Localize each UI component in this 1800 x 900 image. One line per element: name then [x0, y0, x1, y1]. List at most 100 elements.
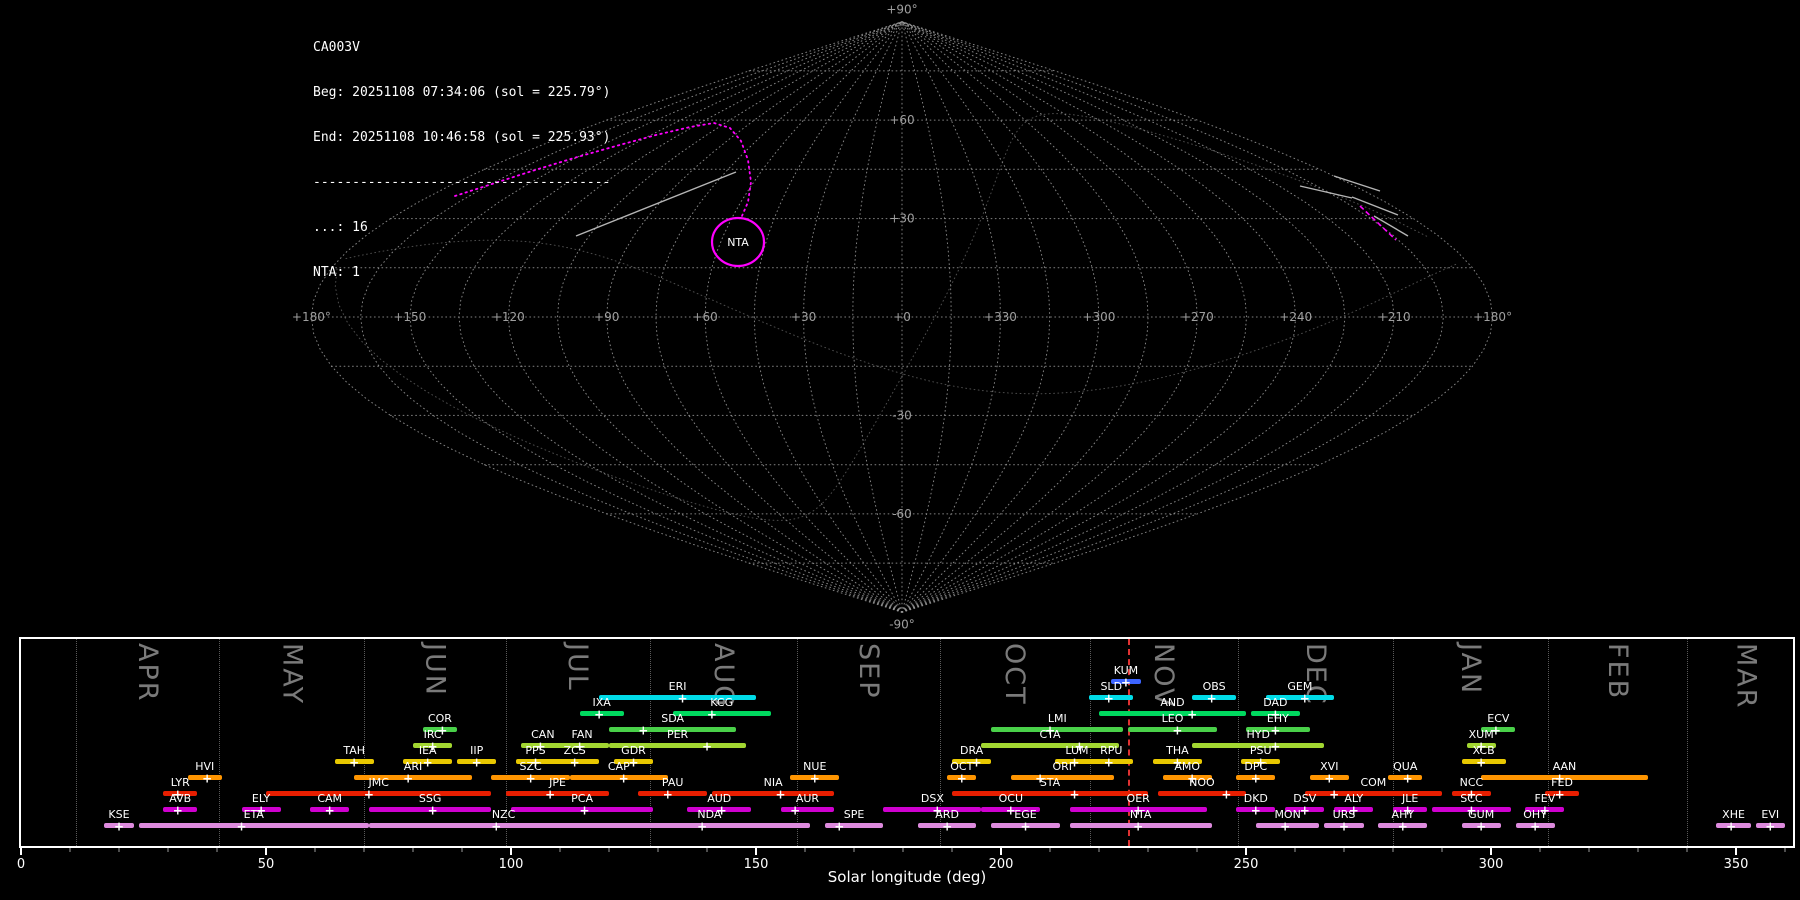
- shower-peak-marker-NDA: +: [697, 819, 708, 834]
- shower-peak-marker-DKD: +: [1250, 803, 1261, 818]
- shower-peak-marker-KSE: +: [113, 819, 125, 834]
- x-axis-minor-tick: [1637, 848, 1639, 852]
- count-nta: NTA: 1: [313, 265, 360, 280]
- shower-peak-marker-IEA: +: [422, 755, 433, 770]
- shower-bar-ETA: [138, 823, 369, 828]
- shower-peak-marker-JMC: +: [363, 787, 374, 802]
- shower-peak-marker-AHY: +: [1397, 819, 1408, 834]
- shower-peak-marker-ARI: +: [403, 771, 414, 786]
- shower-peak-marker-NOO: +: [1221, 787, 1232, 802]
- shower-peak-marker-COM: +: [1329, 787, 1340, 802]
- x-axis-minor-tick: [706, 848, 708, 852]
- shower-peak-marker-ZCS: +: [569, 755, 580, 770]
- x-axis-minor-tick: [657, 848, 659, 852]
- x-axis-minor-tick: [118, 848, 120, 852]
- shower-bar-NDA: [609, 823, 810, 828]
- x-axis-minor-tick: [1049, 848, 1051, 852]
- shower-peak-marker-OHY: +: [1530, 819, 1541, 834]
- shower-label-PER: PER: [666, 728, 689, 741]
- latitude-label: -60: [892, 507, 912, 521]
- x-axis-minor-tick: [1441, 848, 1443, 852]
- shower-peak-marker-SZC: +: [525, 771, 536, 786]
- latitude-label: +30: [889, 212, 914, 226]
- longitude-label: +300: [1082, 310, 1115, 324]
- x-axis-minor-tick: [902, 848, 904, 852]
- shower-peak-marker-SPE: +: [834, 819, 845, 834]
- meteor-trail: [1333, 175, 1381, 192]
- shower-peak-marker-NZC: +: [491, 819, 502, 834]
- shower-peak-marker-FED: +: [1554, 787, 1565, 802]
- x-axis-minor-tick: [1098, 848, 1100, 852]
- month-boundary-line: [219, 639, 221, 846]
- shower-bar-NOO: [1157, 791, 1246, 796]
- shower-peak-marker-LEO: +: [1172, 723, 1183, 738]
- x-axis-minor-tick: [1686, 848, 1688, 852]
- longitude-label: +150: [393, 310, 426, 324]
- shower-peak-marker-EVI: +: [1765, 819, 1776, 834]
- shower-bar-ORI: [1010, 775, 1114, 780]
- x-axis-tick: [510, 848, 512, 855]
- sky-map-svg: +90° +60 +30 -30 -60 -90° +180° +150 +120 +90 +60 +…: [292, 3, 1512, 632]
- longitude-label: +180°: [292, 310, 331, 324]
- shower-bar-NZC: [368, 823, 639, 828]
- shower-peak-marker-URS: +: [1338, 819, 1350, 834]
- shower-label-ORI: ORI: [1052, 760, 1073, 773]
- shower-peak-marker-NTA: +: [1133, 819, 1144, 834]
- shower-peak-marker-AND: +: [1187, 707, 1198, 722]
- shower-peak-marker-OBS: +: [1206, 691, 1217, 706]
- shower-peak-marker-IIP: +: [471, 755, 482, 770]
- month-label-feb: FEB: [1601, 643, 1633, 701]
- shower-peak-marker-GDR: +: [628, 755, 639, 770]
- shower-peak-marker-AVB: +: [172, 803, 183, 818]
- month-label-sep: SEP: [853, 643, 885, 700]
- x-axis-minor-tick: [461, 848, 463, 852]
- shower-peak-marker-MON: +: [1280, 819, 1291, 834]
- shower-peak-marker-EGE: +: [1020, 819, 1031, 834]
- shower-peak-marker-KUM: +: [1120, 675, 1131, 690]
- x-axis-minor-tick: [608, 848, 610, 852]
- x-axis-tick: [1245, 848, 1247, 855]
- month-label-apr: APR: [131, 643, 163, 703]
- month-label-may: MAY: [276, 643, 308, 706]
- shower-peak-marker-HVI: +: [202, 771, 213, 786]
- x-axis-tick: [265, 848, 267, 855]
- x-axis-minor-tick: [1539, 848, 1541, 852]
- shower-peak-marker-KCG: +: [706, 707, 717, 722]
- shower-bar-JMC: [266, 791, 492, 796]
- x-axis-tick: [20, 848, 22, 855]
- x-axis-minor-tick: [1343, 848, 1345, 852]
- shower-peak-marker-PER: +: [701, 739, 713, 754]
- x-axis-minor-tick: [559, 848, 561, 852]
- count-sporadic: ...: 16: [313, 220, 368, 235]
- x-axis-minor-tick: [951, 848, 953, 852]
- month-label-jul: JUL: [562, 643, 594, 692]
- radiant-label: NTA: [727, 236, 749, 249]
- timeline-plot-box: APR MAY JUN JUL AUG SEP OCT NOV DEC JAN FEB MAR KUM +…: [19, 637, 1795, 848]
- shower-bar-AUR: [780, 807, 835, 812]
- month-boundary-line: [364, 639, 366, 846]
- shower-peak-marker-SDA: +: [638, 723, 649, 738]
- shower-peak-marker-ERI: +: [677, 691, 688, 706]
- shower-peak-marker-DSV: +: [1299, 803, 1310, 818]
- end-time: End: 20251108 10:46:58 (sol = 225.93°): [313, 130, 611, 145]
- shower-peak-marker-STA: +: [1069, 787, 1080, 802]
- shower-meteor-trail: [1359, 205, 1397, 241]
- shower-label-HYD: HYD: [1246, 728, 1270, 741]
- shower-peak-marker-TAH: +: [349, 755, 360, 770]
- shower-peak-marker-XVI: +: [1324, 771, 1335, 786]
- longitude-label: +240: [1279, 310, 1312, 324]
- shower-peak-marker-AUR: +: [790, 803, 801, 818]
- longitude-label: +270: [1181, 310, 1214, 324]
- x-axis-minor-tick: [853, 848, 855, 852]
- x-axis-minor-tick: [363, 848, 365, 852]
- x-axis-minor-tick: [1784, 848, 1786, 852]
- shower-label-AND: AND: [1160, 696, 1185, 709]
- longitude-label: +90: [594, 310, 619, 324]
- begin-time: Beg: 20251108 07:34:06 (sol = 225.79°): [313, 85, 611, 100]
- longitude-label: +330: [984, 310, 1017, 324]
- shower-peak-marker-CAM: +: [324, 803, 335, 818]
- x-axis-minor-tick: [216, 848, 218, 852]
- station-id: CA003V: [313, 40, 360, 55]
- x-axis-tick: [1000, 848, 1002, 855]
- longitude-label: +180°: [1473, 310, 1512, 324]
